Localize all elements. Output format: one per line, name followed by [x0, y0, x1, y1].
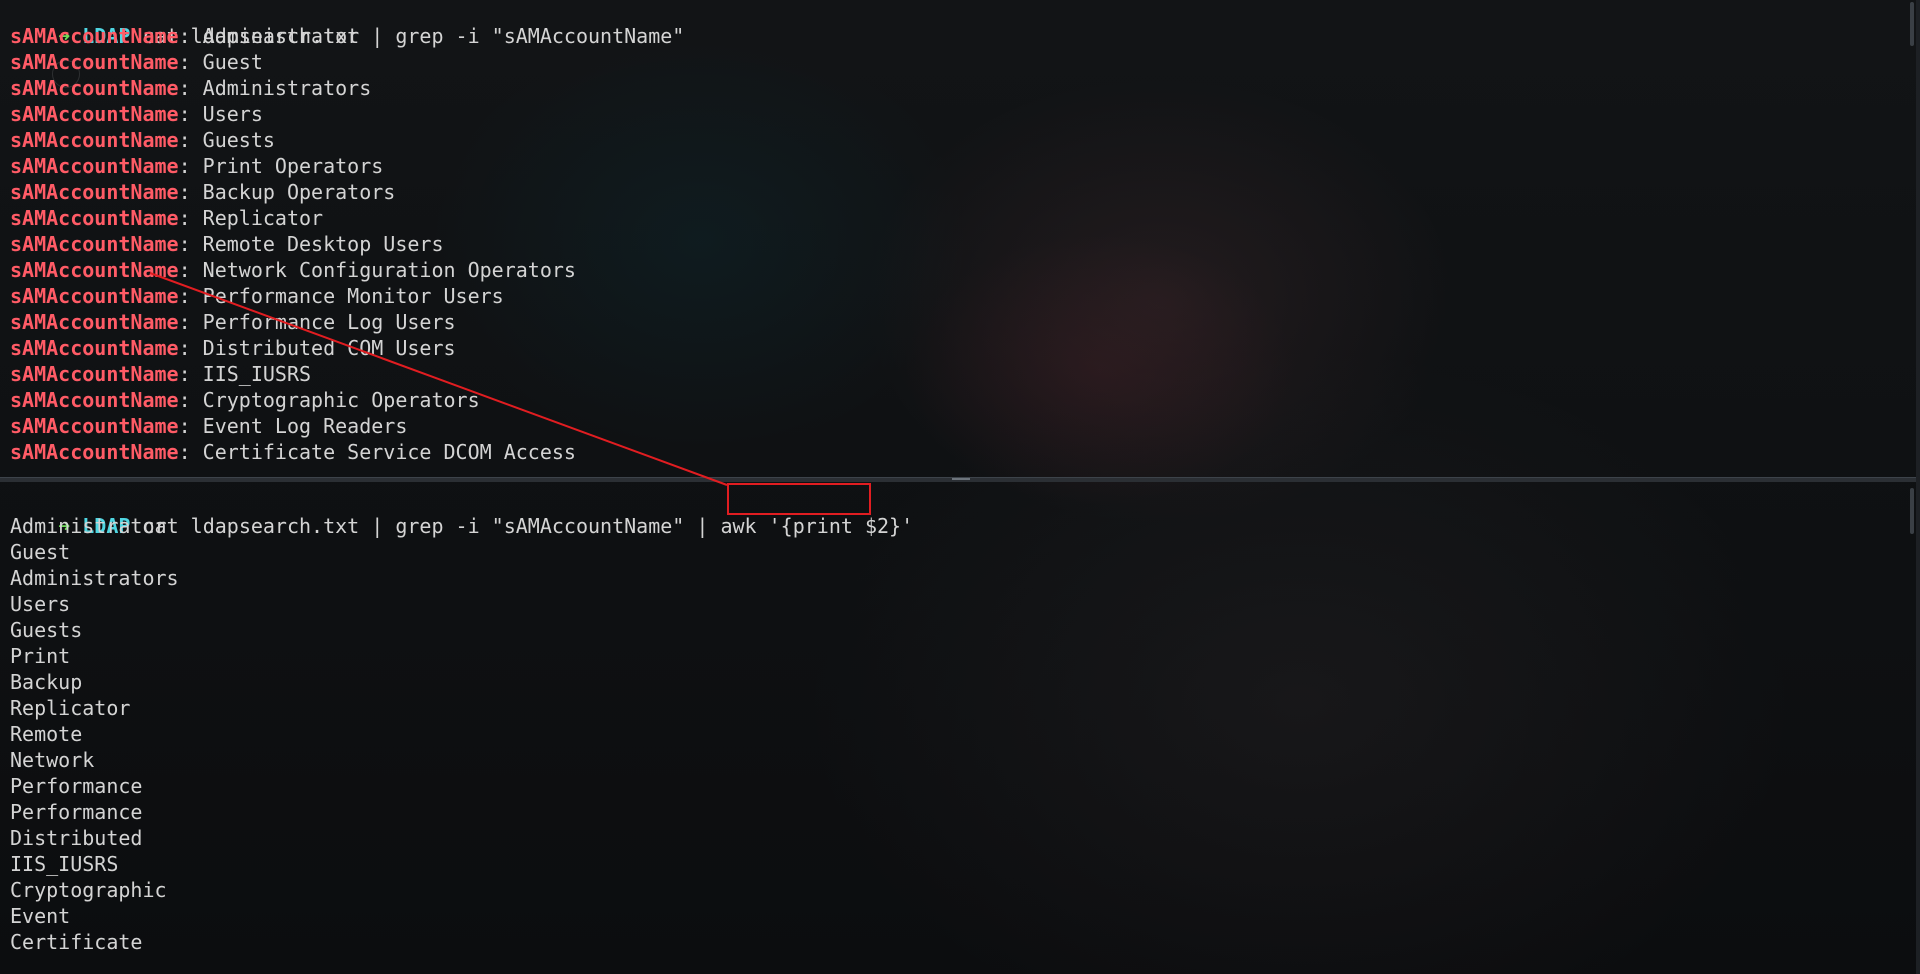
grep-output-row: sAMAccountName: Distributed COM Users — [10, 335, 456, 361]
grep-output-row: sAMAccountName: Network Configuration Op… — [10, 257, 576, 283]
attribute-value: Guest — [202, 50, 263, 74]
awk-output-row: Performance — [10, 800, 143, 824]
attribute-value: Users — [202, 102, 263, 126]
attribute-value: Distributed COM Users — [202, 336, 456, 360]
grep-output-row: sAMAccountName: Users — [10, 101, 263, 127]
attribute-name: sAMAccountName — [10, 310, 179, 334]
attribute-name: sAMAccountName — [10, 76, 179, 100]
attribute-value: Performance Monitor Users — [202, 284, 504, 308]
attribute-value: Event Log Readers — [202, 414, 408, 438]
attribute-value: Replicator — [202, 206, 324, 230]
grep-output-row: sAMAccountName: Event Log Readers — [10, 413, 407, 439]
grep-output-row: sAMAccountName: Cryptographic Operators — [10, 387, 480, 413]
attribute-name: sAMAccountName — [10, 232, 179, 256]
attribute-value: Remote Desktop Users — [202, 232, 444, 256]
grep-output-row: sAMAccountName: Guests — [10, 127, 275, 153]
awk-output-row: Backup — [10, 670, 83, 694]
attribute-value: Administrators — [202, 76, 372, 100]
awk-output-row: Distributed — [10, 826, 143, 850]
attribute-name: sAMAccountName — [10, 50, 179, 74]
separator: : — [178, 232, 203, 256]
terminal-pane-top[interactable]: ➜ LDAP cat ldapsearch.txt | grep -i "sAM… — [0, 0, 1920, 476]
separator: : — [178, 128, 203, 152]
attribute-value: Certificate Service DCOM Access — [202, 440, 576, 464]
attribute-value: IIS_IUSRS — [202, 362, 312, 386]
attribute-value: Cryptographic Operators — [202, 388, 480, 412]
attribute-value: Network Configuration Operators — [202, 258, 576, 282]
separator: : — [178, 102, 203, 126]
grep-output-row: sAMAccountName: Administrators — [10, 75, 371, 101]
awk-output-row: Users — [10, 592, 71, 616]
grep-output-row: sAMAccountName: Remote Desktop Users — [10, 231, 444, 257]
separator: : — [178, 50, 203, 74]
separator: : — [178, 24, 203, 48]
awk-output-row: Guests — [10, 618, 83, 642]
separator: : — [178, 310, 203, 334]
grep-output-row: sAMAccountName: Guest — [10, 49, 263, 75]
scrollbar-bottom[interactable] — [1910, 488, 1914, 534]
window-edge — [1916, 0, 1920, 974]
attribute-name: sAMAccountName — [10, 154, 179, 178]
attribute-value: Administrator — [202, 24, 360, 48]
attribute-name: sAMAccountName — [10, 388, 179, 412]
awk-output-row: Certificate — [10, 930, 143, 954]
separator: : — [178, 284, 203, 308]
attribute-name: sAMAccountName — [10, 180, 179, 204]
terminal-pane-bottom[interactable]: ➜ LDAP cat ldapsearch.txt | grep -i "sAM… — [0, 482, 1920, 970]
awk-output-row: Guest — [10, 540, 71, 564]
attribute-name: sAMAccountName — [10, 414, 179, 438]
attribute-name: sAMAccountName — [10, 284, 179, 308]
attribute-value: Guests — [202, 128, 275, 152]
awk-output-row: Event — [10, 904, 71, 928]
awk-output-row: Replicator — [10, 696, 131, 720]
awk-output-row: Remote — [10, 722, 83, 746]
awk-output-row: Performance — [10, 774, 143, 798]
grep-output-row: sAMAccountName: Backup Operators — [10, 179, 395, 205]
separator: : — [178, 258, 203, 282]
attribute-value: Backup Operators — [202, 180, 396, 204]
attribute-name: sAMAccountName — [10, 362, 179, 386]
annotation-highlight-box — [727, 483, 871, 515]
awk-argument: '{print $2}' — [768, 514, 914, 538]
grep-output-row: sAMAccountName: Replicator — [10, 205, 323, 231]
attribute-value: Performance Log Users — [202, 310, 456, 334]
separator: : — [178, 76, 203, 100]
separator: : — [178, 414, 203, 438]
attribute-name: sAMAccountName — [10, 102, 179, 126]
attribute-name: sAMAccountName — [10, 440, 179, 464]
prompt-line: ➜ LDAP cat ldapsearch.txt | grep -i "sAM… — [10, 0, 684, 48]
grep-output-row: sAMAccountName: Administrator — [10, 23, 359, 49]
divider-grip-icon[interactable] — [952, 478, 970, 480]
awk-output-row: Network — [10, 748, 95, 772]
grep-output-row: sAMAccountName: Certificate Service DCOM… — [10, 439, 576, 465]
separator: : — [178, 362, 203, 386]
grep-output-row: sAMAccountName: Performance Monitor User… — [10, 283, 504, 309]
separator: : — [178, 154, 203, 178]
attribute-value: Print Operators — [202, 154, 384, 178]
awk-output-row: Administrators — [10, 566, 179, 590]
awk-output-row: Cryptographic — [10, 878, 167, 902]
attribute-name: sAMAccountName — [10, 128, 179, 152]
grep-output-row: sAMAccountName: Print Operators — [10, 153, 383, 179]
awk-output-row: IIS_IUSRS — [10, 852, 119, 876]
attribute-name: sAMAccountName — [10, 258, 179, 282]
separator: : — [178, 206, 203, 230]
awk-output-row: Administrator — [10, 514, 167, 538]
separator: : — [178, 180, 203, 204]
separator: : — [178, 336, 203, 360]
attribute-name: sAMAccountName — [10, 336, 179, 360]
separator: : — [178, 388, 203, 412]
attribute-name: sAMAccountName — [10, 206, 179, 230]
awk-output-row: Print — [10, 644, 71, 668]
grep-output-row: sAMAccountName: IIS_IUSRS — [10, 361, 311, 387]
command-text: cat ldapsearch.txt | grep -i "sAMAccount… — [142, 514, 769, 538]
separator: : — [178, 440, 203, 464]
attribute-name: sAMAccountName — [10, 24, 179, 48]
scrollbar-top[interactable] — [1910, 2, 1914, 46]
grep-output-row: sAMAccountName: Performance Log Users — [10, 309, 456, 335]
